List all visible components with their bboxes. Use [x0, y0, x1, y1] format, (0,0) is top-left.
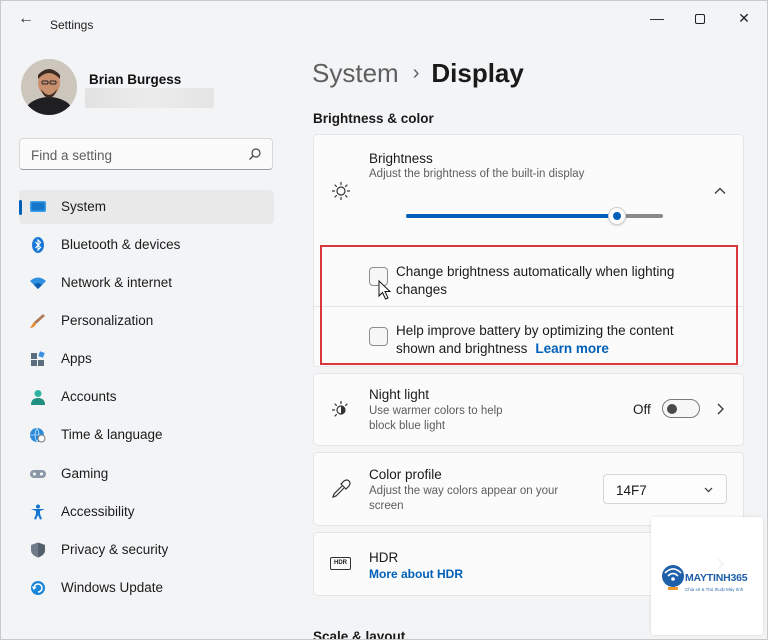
breadcrumb-parent[interactable]: System — [312, 58, 399, 88]
sidebar-item-personalization[interactable]: Personalization — [19, 304, 274, 338]
color-profile-value: 14F7 — [616, 483, 647, 498]
sidebar-item-label: Personalization — [61, 313, 154, 328]
sidebar-item-label: Accessibility — [61, 504, 135, 519]
watermark-tagline: Chia sẻ & Thủ thuật Máy tính — [685, 587, 744, 592]
chevron-up-icon[interactable] — [713, 184, 727, 198]
chevron-right-icon: › — [412, 62, 420, 84]
wifi-icon — [30, 277, 46, 289]
globe-clock-icon — [30, 427, 46, 443]
app-title: Settings — [50, 18, 94, 32]
sidebar-item-system[interactable]: System — [19, 190, 274, 224]
close-button[interactable]: ✕ — [722, 7, 766, 29]
breadcrumb: System › Display — [312, 58, 524, 89]
brightness-description: Adjust the brightness of the built-in di… — [369, 168, 585, 180]
sidebar-item-gaming[interactable]: Gaming — [19, 457, 274, 491]
night-light-description: Use warmer colors to help block blue lig… — [369, 405, 503, 432]
maximize-icon — [695, 14, 705, 25]
hdr-title: HDR — [369, 550, 399, 565]
sidebar-item-label: Apps — [61, 351, 92, 366]
title-bar: ← Settings — ✕ — [1, 1, 767, 35]
sun-icon — [331, 181, 351, 201]
night-light-title: Night light — [369, 387, 430, 402]
search-icon — [249, 148, 261, 160]
night-light-toggle[interactable] — [662, 399, 700, 418]
more-about-hdr-link[interactable]: More about HDR — [369, 567, 463, 581]
brightness-slider-thumb[interactable] — [607, 207, 626, 225]
sidebar-item-label: Gaming — [61, 466, 109, 481]
accessibility-icon — [31, 504, 45, 520]
color-profile-title: Color profile — [369, 467, 442, 482]
brightness-slider[interactable] — [406, 207, 663, 225]
system-icon — [30, 201, 46, 212]
sidebar-item-label: Privacy & security — [61, 542, 169, 557]
page-title: Display — [431, 58, 524, 88]
update-icon — [31, 581, 45, 595]
maximize-button[interactable] — [678, 7, 722, 29]
watermark-brand: MAYTINH365 — [685, 572, 748, 584]
section-title-scale-layout: Scale & layout — [313, 629, 406, 640]
sidebar-item-label: Time & language — [61, 427, 163, 442]
brightness-title: Brightness — [369, 151, 433, 166]
back-button[interactable]: ← — [15, 10, 37, 28]
shield-icon — [31, 542, 45, 558]
brush-icon — [30, 314, 45, 328]
search-placeholder: Find a setting — [31, 148, 113, 163]
night-light-icon — [331, 400, 348, 417]
sidebar-item-time-language[interactable]: Time & language — [19, 418, 274, 452]
brightness-slider-fill — [406, 214, 617, 218]
settings-window: ← Settings — ✕ Brian Burgess Find a sett… — [0, 0, 768, 640]
section-title: Brightness & color — [313, 111, 434, 126]
search-input[interactable]: Find a setting — [19, 138, 273, 170]
avatar-image — [21, 59, 77, 115]
hdr-icon: HDR — [330, 557, 351, 570]
accounts-icon — [31, 390, 45, 405]
watermark: MAYTINH365 Chia sẻ & Thủ thuật Máy tính — [651, 517, 763, 635]
eyedropper-icon — [332, 479, 351, 498]
color-profile-description: Adjust the way colors appear on your scr… — [369, 485, 559, 512]
bluetooth-icon — [32, 237, 44, 253]
avatar[interactable] — [21, 59, 77, 115]
minimize-button[interactable]: — — [635, 7, 679, 29]
mouse-cursor-icon — [378, 280, 392, 300]
sidebar-item-accounts[interactable]: Accounts — [19, 380, 274, 414]
user-name: Brian Burgess — [89, 72, 182, 87]
color-profile-dropdown[interactable]: 14F7 — [603, 474, 727, 504]
sidebar-item-label: Bluetooth & devices — [61, 237, 181, 252]
sidebar-item-bluetooth[interactable]: Bluetooth & devices — [19, 228, 274, 262]
sidebar-item-network[interactable]: Network & internet — [19, 266, 274, 300]
active-indicator — [19, 200, 22, 215]
apps-icon — [31, 351, 45, 366]
sidebar-item-accessibility[interactable]: Accessibility — [19, 495, 274, 529]
highlight-annotation-box — [320, 245, 738, 365]
sidebar-item-privacy[interactable]: Privacy & security — [19, 533, 274, 567]
sidebar-item-windows-update[interactable]: Windows Update — [19, 571, 274, 605]
sidebar-item-label: System — [61, 199, 107, 214]
sidebar-item-label: Accounts — [61, 389, 117, 404]
sidebar-item-label: Network & internet — [61, 275, 173, 290]
user-email-redacted — [85, 88, 214, 108]
sidebar-item-apps[interactable]: Apps — [19, 342, 274, 376]
chevron-down-icon — [704, 487, 713, 493]
sidebar-item-label: Windows Update — [61, 580, 164, 595]
night-light-state: Off — [633, 402, 651, 417]
gamepad-icon — [30, 470, 46, 478]
maytinh365-logo-icon — [662, 565, 684, 590]
chevron-right-icon[interactable] — [713, 402, 727, 416]
toggle-knob — [667, 404, 677, 414]
